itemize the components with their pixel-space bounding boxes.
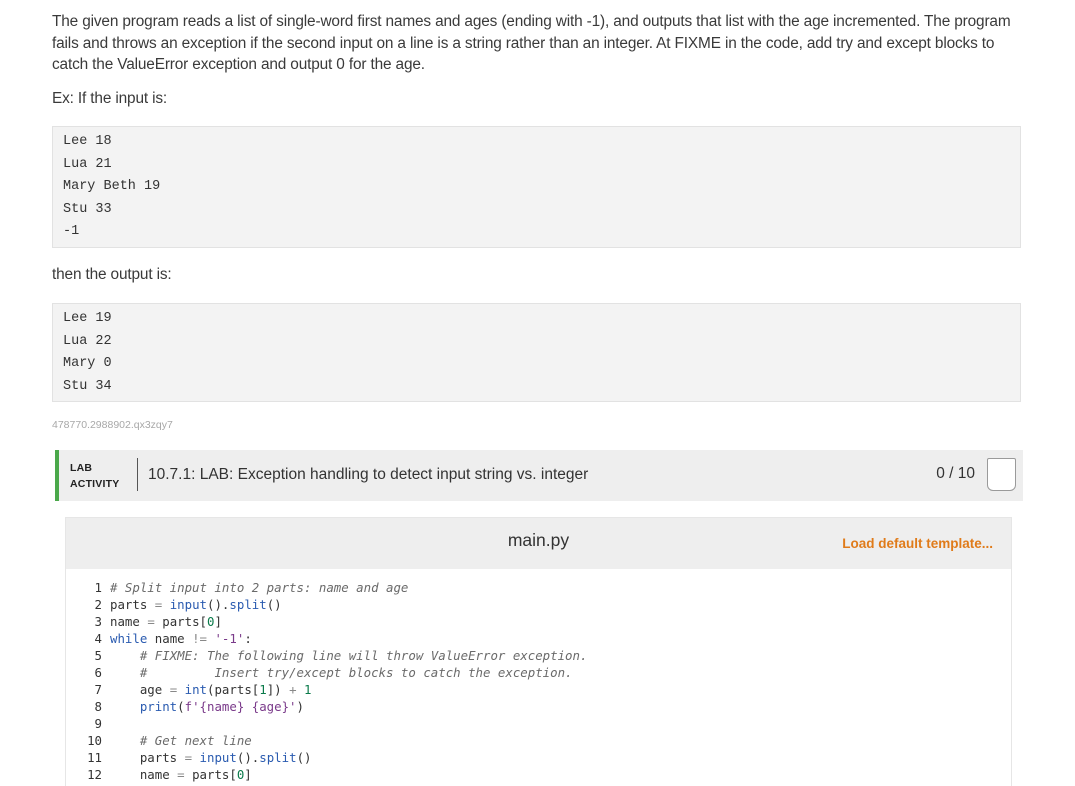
example-input-block: Lee 18 Lua 21 Mary Beth 19 Stu 33 -1 — [52, 126, 1021, 248]
line-number: 3 — [94, 614, 102, 629]
code-line: 3 name = parts[0] — [66, 613, 1011, 630]
lab-body: main.py Load default template... 1 # Spli… — [55, 501, 1023, 786]
code-text: # Insert try/except blocks to catch the … — [139, 665, 573, 680]
line-number: 12 — [87, 767, 102, 782]
problem-intro: The given program reads a list of single… — [52, 13, 1011, 73]
code-line: 7 age = int(parts[1]) + 1 — [66, 681, 1011, 698]
lab-title: 10.7.1: LAB: Exception handling to detec… — [148, 466, 589, 483]
lab-activity-tag: LAB ACTIVITY — [70, 460, 119, 492]
score-display: 0 / 10 — [936, 465, 975, 482]
code-editor[interactable]: main.py Load default template... 1 # Spli… — [65, 517, 1012, 786]
output-line: Lee 19 — [63, 311, 112, 326]
line-number: 11 — [87, 750, 102, 765]
example-input-label: Ex: If the input is: — [52, 90, 168, 107]
code-text: name = parts[0] — [110, 767, 252, 782]
code-text: print(f'{name} {age}') — [139, 699, 304, 714]
editor-toolbar: main.py Load default template... — [66, 518, 1011, 569]
line-number: 2 — [94, 597, 102, 612]
input-line: Lee 18 — [63, 134, 112, 149]
problem-identifier: 478770.2988902.qx3zqy7 — [52, 419, 173, 431]
lab-tag-line1: LAB — [70, 462, 93, 474]
line-number: 8 — [94, 699, 102, 714]
line-number: 6 — [94, 665, 102, 680]
code-text: # FIXME: The following line will throw V… — [139, 648, 588, 663]
code-text: age = int(parts[1]) + 1 — [110, 682, 312, 697]
code-text: while name != '-1': — [110, 631, 252, 646]
line-number: 7 — [94, 682, 102, 697]
lab-tag-line2: ACTIVITY — [70, 478, 120, 490]
code-line: 10 # Get next line — [66, 732, 1011, 749]
line-number: 10 — [87, 733, 102, 748]
input-line: Stu 33 — [63, 201, 112, 217]
code-text: # Split input into 2 parts: name and age — [110, 580, 409, 595]
line-number: 5 — [94, 648, 102, 663]
input-line: -1 — [63, 224, 80, 239]
code-line: 9 — [66, 715, 1011, 732]
line-number: 1 — [94, 580, 102, 595]
lab-activity-header: LAB ACTIVITY 10.7.1: LAB: Exception hand… — [55, 450, 1023, 501]
line-number: 4 — [94, 631, 102, 646]
code-text: name = parts[0] — [110, 614, 222, 629]
code-line: 12 name = parts[0] — [66, 766, 1011, 783]
code-line: 8 print(f'{name} {age}') — [66, 698, 1011, 715]
header-divider — [137, 458, 138, 491]
code-line: 6 # Insert try/except blocks to catch th… — [66, 664, 1011, 681]
code-text: parts = input().split() — [110, 597, 282, 612]
output-line: Mary 0 — [63, 356, 112, 371]
code-line: 4 while name != '-1': — [66, 630, 1011, 647]
code-line: 11 parts = input().split() — [66, 749, 1011, 766]
code-text: parts = input().split() — [110, 750, 312, 765]
load-default-template-link[interactable]: Load default template... — [842, 536, 993, 551]
code-line: 1 # Split input into 2 parts: name and ag… — [66, 579, 1011, 596]
example-output-block: Lee 19 Lua 22 Mary 0 Stu 34 — [52, 303, 1021, 402]
input-line: Lua 21 — [63, 156, 112, 172]
example-output-label: then the output is: — [52, 266, 172, 283]
input-line: Mary Beth 19 — [63, 179, 161, 194]
code-line: 2 parts = input().split() — [66, 596, 1011, 613]
output-line: Lua 22 — [63, 333, 112, 349]
completion-badge-icon — [987, 458, 1016, 491]
output-line: Stu 34 — [63, 378, 112, 394]
code-line: 5 # FIXME: The following line will throw… — [66, 647, 1011, 664]
code-text: # Get next line — [139, 733, 252, 748]
code-area[interactable]: 1 # Split input into 2 parts: name and ag… — [66, 579, 1011, 783]
line-number: 9 — [94, 716, 102, 731]
